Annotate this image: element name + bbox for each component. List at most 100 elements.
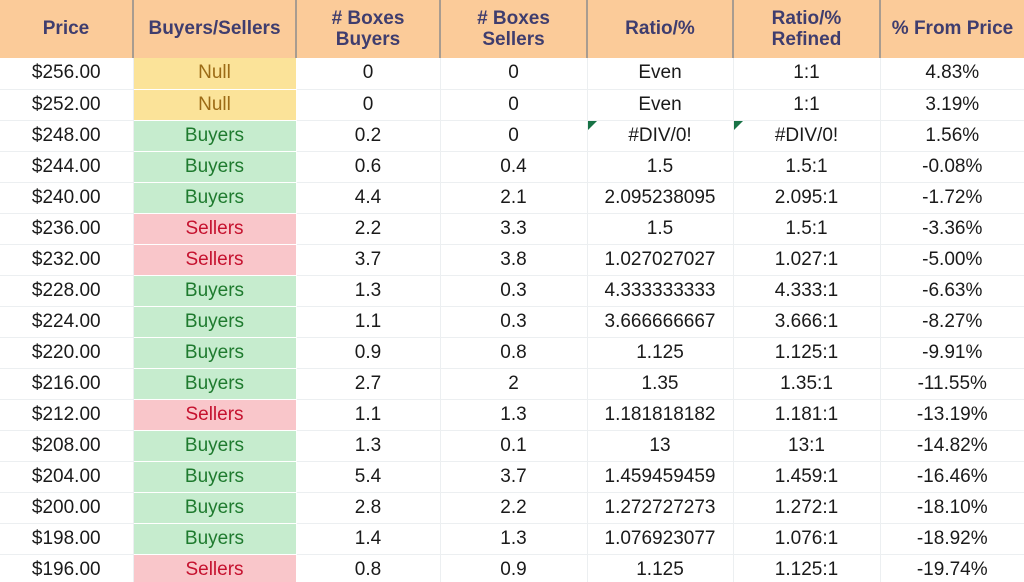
cell-ratio-refined[interactable]: 1.125:1	[733, 554, 881, 582]
cell-pct-from-price[interactable]: -8.27%	[880, 306, 1024, 338]
column-header-price[interactable]: Price	[0, 0, 134, 58]
cell-ratio[interactable]: 1.272727273	[587, 492, 734, 524]
column-header-ratio[interactable]: Ratio/%	[587, 0, 734, 58]
cell-buyers-sellers[interactable]: Buyers	[133, 461, 296, 492]
cell-boxes-sellers[interactable]: 0.4	[440, 151, 588, 183]
cell-ratio-refined[interactable]: 2.095:1	[733, 182, 881, 214]
cell-buyers-sellers[interactable]: Sellers	[133, 399, 296, 431]
cell-price[interactable]: $256.00	[0, 58, 134, 90]
cell-boxes-buyers[interactable]: 2.2	[296, 213, 441, 245]
cell-price[interactable]: $196.00	[0, 554, 134, 582]
cell-ratio[interactable]: 1.076923077	[587, 523, 734, 555]
cell-buyers-sellers[interactable]: Buyers	[133, 337, 296, 368]
cell-ratio[interactable]: 1.5	[587, 151, 734, 183]
cell-buyers-sellers[interactable]: Buyers	[133, 306, 296, 337]
cell-pct-from-price[interactable]: -0.08%	[880, 151, 1024, 183]
cell-pct-from-price[interactable]: -19.74%	[880, 554, 1024, 582]
cell-price[interactable]: $232.00	[0, 244, 134, 276]
cell-ratio-refined[interactable]: #DIV/0!	[733, 120, 881, 152]
cell-boxes-sellers[interactable]: 0	[440, 58, 588, 90]
cell-price[interactable]: $200.00	[0, 492, 134, 524]
cell-pct-from-price[interactable]: 4.83%	[880, 58, 1024, 90]
cell-price[interactable]: $236.00	[0, 213, 134, 245]
cell-ratio-refined[interactable]: 4.333:1	[733, 275, 881, 307]
cell-pct-from-price[interactable]: -16.46%	[880, 461, 1024, 493]
cell-ratio[interactable]: 2.095238095	[587, 182, 734, 214]
cell-ratio-refined[interactable]: 1:1	[733, 89, 881, 121]
cell-price[interactable]: $244.00	[0, 151, 134, 183]
cell-boxes-sellers[interactable]: 1.3	[440, 399, 588, 431]
cell-boxes-buyers[interactable]: 0.2	[296, 120, 441, 152]
cell-price[interactable]: $198.00	[0, 523, 134, 555]
cell-ratio[interactable]: 1.5	[587, 213, 734, 245]
cell-ratio[interactable]: 4.333333333	[587, 275, 734, 307]
cell-price[interactable]: $240.00	[0, 182, 134, 214]
cell-pct-from-price[interactable]: -18.10%	[880, 492, 1024, 524]
cell-pct-from-price[interactable]: -11.55%	[880, 368, 1024, 400]
cell-pct-from-price[interactable]: -5.00%	[880, 244, 1024, 276]
cell-price[interactable]: $220.00	[0, 337, 134, 369]
cell-boxes-sellers[interactable]: 3.8	[440, 244, 588, 276]
cell-boxes-buyers[interactable]: 0.6	[296, 151, 441, 183]
cell-boxes-buyers[interactable]: 1.3	[296, 430, 441, 462]
cell-ratio-refined[interactable]: 1.125:1	[733, 337, 881, 369]
cell-boxes-buyers[interactable]: 0.8	[296, 554, 441, 582]
cell-price[interactable]: $228.00	[0, 275, 134, 307]
cell-ratio-refined[interactable]: 1.272:1	[733, 492, 881, 524]
cell-boxes-buyers[interactable]: 2.7	[296, 368, 441, 400]
cell-buyers-sellers[interactable]: Buyers	[133, 120, 296, 151]
cell-buyers-sellers[interactable]: Buyers	[133, 523, 296, 555]
cell-pct-from-price[interactable]: -3.36%	[880, 213, 1024, 245]
cell-pct-from-price[interactable]: -13.19%	[880, 399, 1024, 431]
cell-price[interactable]: $208.00	[0, 430, 134, 462]
cell-pct-from-price[interactable]: 1.56%	[880, 120, 1024, 152]
cell-price[interactable]: $248.00	[0, 120, 134, 152]
cell-boxes-sellers[interactable]: 0.8	[440, 337, 588, 369]
cell-boxes-sellers[interactable]: 2.1	[440, 182, 588, 214]
cell-ratio[interactable]: 1.027027027	[587, 244, 734, 276]
cell-ratio-refined[interactable]: 1.027:1	[733, 244, 881, 276]
cell-buyers-sellers[interactable]: Null	[133, 58, 296, 89]
cell-boxes-buyers[interactable]: 4.4	[296, 182, 441, 214]
cell-boxes-buyers[interactable]: 0	[296, 89, 441, 121]
cell-boxes-sellers[interactable]: 0	[440, 89, 588, 121]
cell-ratio[interactable]: 3.666666667	[587, 306, 734, 338]
cell-ratio-refined[interactable]: 1.5:1	[733, 213, 881, 245]
cell-pct-from-price[interactable]: -6.63%	[880, 275, 1024, 307]
cell-pct-from-price[interactable]: 3.19%	[880, 89, 1024, 121]
cell-pct-from-price[interactable]: -18.92%	[880, 523, 1024, 555]
column-header-ratio-refined[interactable]: Ratio/% Refined	[733, 0, 881, 58]
cell-price[interactable]: $216.00	[0, 368, 134, 400]
cell-ratio[interactable]: Even	[587, 89, 734, 121]
cell-buyers-sellers[interactable]: Buyers	[133, 275, 296, 306]
cell-boxes-sellers[interactable]: 0.3	[440, 306, 588, 338]
column-header-buyers-sellers[interactable]: Buyers/Sellers	[133, 0, 297, 58]
cell-buyers-sellers[interactable]: Buyers	[133, 151, 296, 182]
cell-boxes-buyers[interactable]: 2.8	[296, 492, 441, 524]
cell-boxes-buyers[interactable]: 1.1	[296, 306, 441, 338]
cell-buyers-sellers[interactable]: Null	[133, 89, 296, 121]
cell-ratio[interactable]: 13	[587, 430, 734, 462]
cell-buyers-sellers[interactable]: Sellers	[133, 554, 296, 582]
cell-ratio[interactable]: Even	[587, 58, 734, 90]
column-header-boxes-buyers[interactable]: # Boxes Buyers	[296, 0, 441, 58]
cell-price[interactable]: $224.00	[0, 306, 134, 338]
cell-boxes-sellers[interactable]: 0.3	[440, 275, 588, 307]
cell-ratio[interactable]: 1.125	[587, 337, 734, 369]
cell-ratio-refined[interactable]: 1.076:1	[733, 523, 881, 555]
cell-buyers-sellers[interactable]: Sellers	[133, 244, 296, 276]
cell-ratio-refined[interactable]: 1.35:1	[733, 368, 881, 400]
cell-boxes-sellers[interactable]: 2	[440, 368, 588, 400]
cell-price[interactable]: $252.00	[0, 89, 134, 121]
cell-pct-from-price[interactable]: -1.72%	[880, 182, 1024, 214]
cell-pct-from-price[interactable]: -14.82%	[880, 430, 1024, 462]
cell-boxes-buyers[interactable]: 3.7	[296, 244, 441, 276]
cell-buyers-sellers[interactable]: Buyers	[133, 182, 296, 214]
cell-boxes-buyers[interactable]: 0.9	[296, 337, 441, 369]
cell-boxes-sellers[interactable]: 3.3	[440, 213, 588, 245]
cell-boxes-buyers[interactable]: 0	[296, 58, 441, 90]
cell-boxes-buyers[interactable]: 1.3	[296, 275, 441, 307]
cell-pct-from-price[interactable]: -9.91%	[880, 337, 1024, 369]
cell-boxes-sellers[interactable]: 1.3	[440, 523, 588, 555]
cell-ratio-refined[interactable]: 13:1	[733, 430, 881, 462]
